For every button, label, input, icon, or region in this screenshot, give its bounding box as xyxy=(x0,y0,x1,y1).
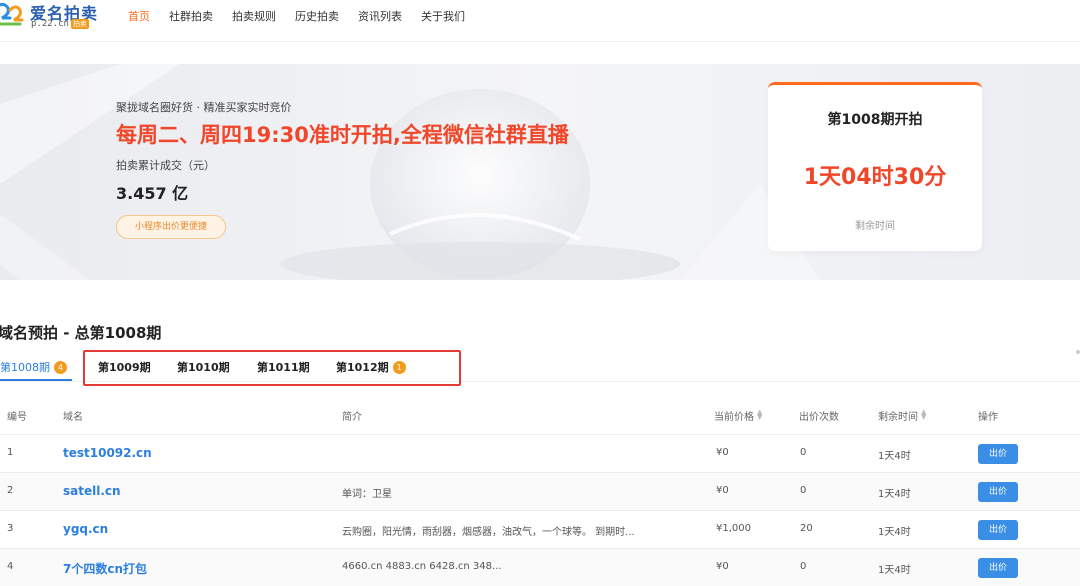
sort-icon: ▲ ▼ xyxy=(757,408,763,421)
row-number: 2 xyxy=(7,485,14,496)
tabs-divider xyxy=(0,381,1080,382)
total-transaction-label: 拍卖累计成交（元） xyxy=(116,159,215,172)
tab-count-badge: 4 xyxy=(54,361,67,374)
row-bid-count: 0 xyxy=(800,561,807,572)
row-remaining-time: 1天4时 xyxy=(878,565,911,576)
column-header-action: 操作 xyxy=(978,412,998,423)
table-row: 4 7个四数cn打包 4660.cn 4883.cn 6428.cn 348..… xyxy=(0,548,1080,586)
total-transaction-value: 3.457 亿 xyxy=(116,184,189,203)
row-intro: 单词：卫星 xyxy=(342,489,392,500)
section-title: 域名预拍 - 总第1008期 xyxy=(0,324,162,342)
nav-item-auction-rules[interactable]: 拍卖规则 xyxy=(232,8,276,24)
column-header-number: 编号 xyxy=(7,412,27,423)
column-header-remaining-label: 剩余时间 xyxy=(878,412,918,423)
tab-label: 第1008期 xyxy=(0,361,50,374)
row-intro: 云购圈，阳光情，雨刮器，烟感器，油改气，一个球等。 到期时... xyxy=(342,527,635,538)
column-header-intro: 简介 xyxy=(342,412,362,423)
bid-button[interactable]: 出价 xyxy=(978,482,1018,502)
tab-period-1008[interactable]: 第1008期 4 xyxy=(0,359,67,375)
column-header-remaining[interactable]: 剩余时间 ▲ ▼ xyxy=(878,408,927,424)
tab-label: 第1009期 xyxy=(98,361,151,374)
row-number: 3 xyxy=(7,523,14,534)
top-header: 爱名拍卖 p.22.cn 拍卖 首页 社群拍卖 拍卖规则 历史拍卖 资讯列表 关于… xyxy=(0,0,1080,42)
row-domain-link[interactable]: 7个四数cn打包 xyxy=(63,560,147,577)
row-domain-link[interactable]: satell.cn xyxy=(63,484,121,498)
tab-period-1010[interactable]: 第1010期 xyxy=(177,359,230,375)
hero-headline: 每周二、周四19:30准时开拍,全程微信社群直播 xyxy=(116,123,569,147)
site-logo[interactable]: 爱名拍卖 p.22.cn 拍卖 xyxy=(0,0,110,30)
bid-button[interactable]: 出价 xyxy=(978,444,1018,464)
row-number: 4 xyxy=(7,561,14,572)
tab-period-1009[interactable]: 第1009期 xyxy=(98,359,151,375)
row-remaining-time: 1天4时 xyxy=(878,451,911,462)
tab-label: 第1011期 xyxy=(257,361,310,374)
countdown-card: 第1008期开拍 1天04时30分 剩余时间 xyxy=(768,82,982,251)
table-row: 3 ygq.cn 云购圈，阳光情，雨刮器，烟感器，油改气，一个球等。 到期时..… xyxy=(0,510,1080,548)
table-row: 2 satell.cn 单词：卫星 ¥0 0 1天4时 出价 xyxy=(0,472,1080,510)
tab-period-1011[interactable]: 第1011期 xyxy=(257,359,310,375)
column-header-price[interactable]: 当前价格 ▲ ▼ xyxy=(714,408,763,424)
row-price: ¥1,000 xyxy=(716,523,751,534)
row-price: ¥0 xyxy=(716,447,729,458)
tab-label: 第1010期 xyxy=(177,361,230,374)
scroll-edge-marker xyxy=(1076,350,1080,354)
countdown-title: 第1008期开拍 xyxy=(827,112,923,128)
sort-icon: ▲ ▼ xyxy=(921,408,927,421)
bid-button[interactable]: 出价 xyxy=(978,558,1018,578)
tab-count-badge: 1 xyxy=(392,361,406,374)
row-bid-count: 0 xyxy=(800,485,807,496)
nav-item-about-us[interactable]: 关于我们 xyxy=(421,8,465,24)
row-domain-link[interactable]: ygq.cn xyxy=(63,522,108,536)
countdown-time: 1天04时30分 xyxy=(803,165,947,190)
nav-item-home[interactable]: 首页 xyxy=(128,8,150,24)
row-price: ¥0 xyxy=(716,561,729,572)
tab-label: 第1012期 xyxy=(336,361,389,374)
column-header-bid-count: 出价次数 xyxy=(799,412,839,423)
nav-item-news-list[interactable]: 资讯列表 xyxy=(358,8,402,24)
main-nav: 首页 社群拍卖 拍卖规则 历史拍卖 资讯列表 关于我们 xyxy=(128,8,484,24)
row-number: 1 xyxy=(7,447,14,458)
table-row: 1 test10092.cn ¥0 0 1天4时 出价 xyxy=(0,434,1080,472)
row-domain-link[interactable]: test10092.cn xyxy=(63,446,152,460)
mini-program-bid-button[interactable]: 小程序出价更便捷 xyxy=(116,215,226,239)
row-remaining-time: 1天4时 xyxy=(878,527,911,538)
nav-item-community-auction[interactable]: 社群拍卖 xyxy=(169,8,213,24)
column-header-price-label: 当前价格 xyxy=(714,412,754,423)
period-tabs: 第1008期 4 第1009期 第1010期 第1011期 第1012期 1 xyxy=(0,355,470,381)
column-header-domain: 域名 xyxy=(63,412,83,423)
logo-domain: p.22.cn xyxy=(31,19,69,29)
hero-slogan: 聚拢域名圈好货 · 精准买家实时竞价 xyxy=(116,101,292,114)
row-bid-count: 0 xyxy=(800,447,807,458)
row-bid-count: 20 xyxy=(800,523,813,534)
row-intro: 4660.cn 4883.cn 6428.cn 348... xyxy=(342,561,502,572)
tab-period-1012[interactable]: 第1012期 1 xyxy=(336,359,406,375)
row-remaining-time: 1天4时 xyxy=(878,489,911,500)
nav-item-history-auction[interactable]: 历史拍卖 xyxy=(295,8,339,24)
logo-mark-icon xyxy=(0,2,24,26)
logo-subtitle: p.22.cn 拍卖 xyxy=(31,19,89,29)
logo-badge: 拍卖 xyxy=(70,19,89,29)
bid-button[interactable]: 出价 xyxy=(978,520,1018,540)
countdown-label: 剩余时间 xyxy=(855,221,895,232)
row-price: ¥0 xyxy=(716,485,729,496)
